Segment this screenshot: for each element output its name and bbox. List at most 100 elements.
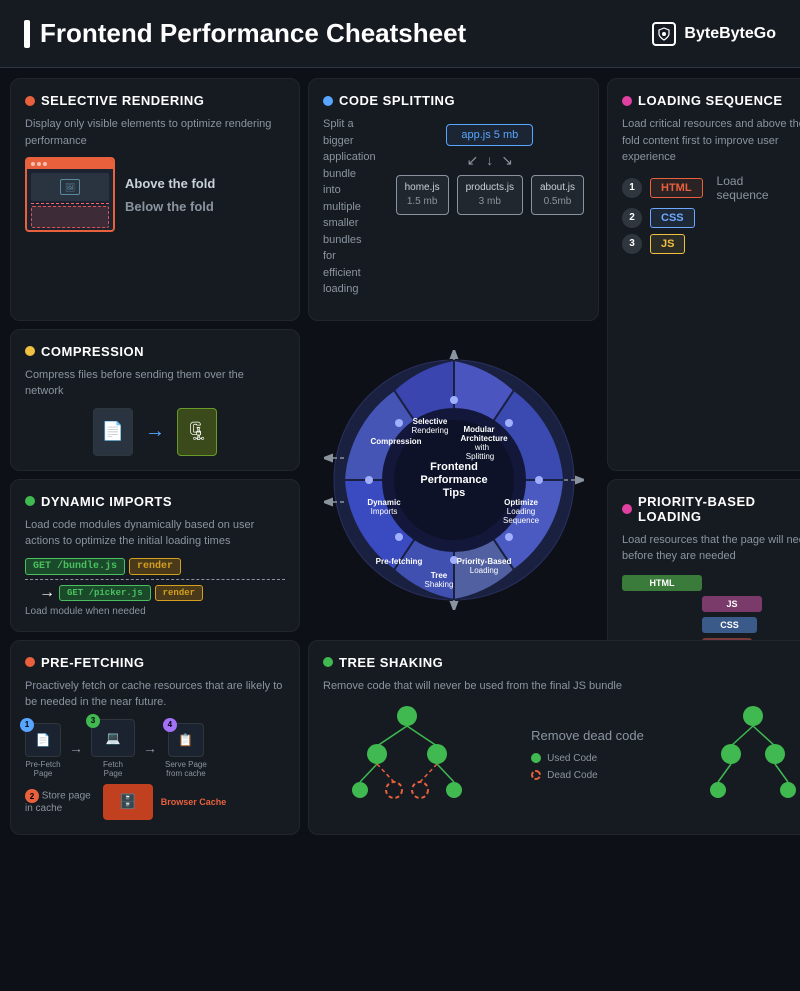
priority-loading-dot [622,504,632,514]
step-1-label: Pre-FetchPage [25,760,60,778]
render-tag-1: render [129,558,181,575]
fold-line [31,203,109,204]
above-fold-label: Above the fold [125,176,215,191]
store-cache-label: 2 Store pagein cache [25,789,91,814]
import-visual: GET /bundle.js render → GET /picker.js r… [25,558,285,617]
pbar-css: CSS [702,617,757,633]
browser-top-bar [27,159,113,169]
svg-text:Rendering: Rendering [411,426,448,435]
legend-used: Used Code [531,753,644,764]
seq-label-js: JS [650,234,685,254]
prefetch-icon-serve: 4 📋 [168,723,204,757]
seq-label-html: HTML [650,178,703,198]
step-num-4: 4 [163,718,177,732]
pbar-html: HTML [622,575,702,591]
code-line-1: GET /bundle.js render [25,558,285,575]
browser-dot-2 [37,162,41,166]
pbar-js: JS [702,596,762,612]
selective-rendering-card: SELECTIVE RENDERING Display only visible… [10,78,300,321]
bundle-products: products.js3 mb [457,175,523,215]
selective-rendering-desc: Display only visible elements to optimiz… [25,116,285,149]
logo: ByteByteGo [652,22,776,46]
render-tag-2: render [155,585,203,601]
tree-shaking-desc: Remove code that will never be used from… [323,678,800,695]
seq-num-2: 2 [622,208,642,228]
dynamic-imports-dot [25,496,35,506]
cache-row: 2 Store pagein cache 🗄️ Browser Cache [25,784,285,820]
step-1-arrow: → [69,740,83,756]
prefetch-icon-1: 1 📄 [25,723,61,757]
load-seq-note: Loadsequence [717,174,769,202]
loading-sequence-card: LOADING SEQUENCE Load critical resources… [607,78,800,471]
selective-rendering-dot [25,96,35,106]
browser-content: 🖼 [27,169,113,232]
seq-item-js: 3 JS [622,234,800,254]
svg-text:Imports: Imports [370,507,397,516]
svg-text:Optimize: Optimize [504,498,538,507]
bundle-visual: app.js 5 mb ↙↓↘ home.js1.5 mb products.j… [396,124,584,215]
bar-css: CSS [622,617,800,633]
compression-dot [25,346,35,356]
compress-visual: 📄 → 🗜 [25,408,285,456]
prefetching-card: PRE-FETCHING Proactively fetch or cache … [10,640,300,835]
step-num-3: 3 [86,714,100,728]
step-num-2: 2 [25,789,39,803]
compression-desc: Compress files before sending them over … [25,367,285,400]
img-placeholder: 🖼 [60,179,80,195]
code-line-2: → GET /picker.js render [39,584,285,602]
step-3-arrow: → [143,740,157,756]
svg-text:Tree: Tree [430,571,447,580]
svg-text:Tips: Tips [442,487,464,499]
browser-dot-3 [43,162,47,166]
svg-text:Priority-Based: Priority-Based [456,557,511,566]
svg-text:Selective: Selective [412,417,447,426]
priority-loading-desc: Load resources that the page will need b… [622,532,800,565]
tree-after-svg [703,704,800,804]
tree-shaking-middle: Remove dead code Used Code Dead Code [531,728,644,781]
used-dot [531,753,541,763]
page-title: Frontend Performance Cheatsheet [24,18,466,49]
prefetch-step-fetch: 3 💻 FetchPage [91,719,135,778]
browser-cache-label: Browser Cache [161,797,227,807]
prefetch-steps: 1 📄 Pre-FetchPage → 3 💻 FetchPage → 4 📋 [25,719,285,778]
svg-text:Loading: Loading [506,507,534,516]
title-bar-icon [24,20,30,48]
priority-loading-title: PRIORITY-BASED LOADING [622,494,800,524]
seq-label-css: CSS [650,208,695,228]
compression-card: COMPRESSION Compress files before sendin… [10,329,300,471]
svg-text:Architecture: Architecture [460,434,508,443]
seq-num-3: 3 [622,234,642,254]
bundle-about: about.js0.5mb [531,175,584,215]
code-splitting-dot [323,96,333,106]
tree-legend: Used Code Dead Code [531,753,644,781]
bundle-home: home.js1.5 mb [396,175,449,215]
page-header: Frontend Performance Cheatsheet ByteByte… [0,0,800,68]
code-splitting-card: CODE SPLITTING Split a bigger applicatio… [308,78,599,321]
file-icon: 📄 [93,408,133,456]
svg-text:Splitting: Splitting [465,452,493,461]
get-bundle-tag: GET /bundle.js [25,558,125,575]
center-wheel: Modular Architecture with Splitting Opti… [308,329,599,632]
import-note: Load module when needed [25,606,285,617]
dynamic-imports-title: DYNAMIC IMPORTS [25,494,285,509]
svg-text:Performance: Performance [420,474,487,486]
tree-visual: Remove dead code Used Code Dead Code [323,704,800,804]
legend-used-label: Used Code [547,753,597,764]
above-fold-area: 🖼 [31,173,109,201]
prefetching-desc: Proactively fetch or cache resources tha… [25,678,285,711]
seq-items: 1 HTML Loadsequence 2 CSS 3 JS [622,174,800,254]
prefetch-icon-fetch: 3 💻 [91,719,135,757]
code-splitting-title: CODE SPLITTING [323,93,584,108]
below-fold-area [31,206,109,228]
get-picker-tag: GET /picker.js [59,585,151,601]
browser-dot-1 [31,162,35,166]
step-num-1: 1 [20,718,34,732]
split-arrows: ↙↓↘ [467,152,513,169]
prefetch-step-serve: 4 📋 Serve Pagefrom cache [165,723,207,778]
logo-icon [652,22,676,46]
tree-shaking-title: TREE SHAKING [323,655,800,670]
main-bundle-box: app.js 5 mb [446,124,533,146]
legend-dead: Dead Code [531,770,644,781]
step-4-label: Serve Pagefrom cache [165,760,207,778]
zip-icon: 🗜 [177,408,217,456]
